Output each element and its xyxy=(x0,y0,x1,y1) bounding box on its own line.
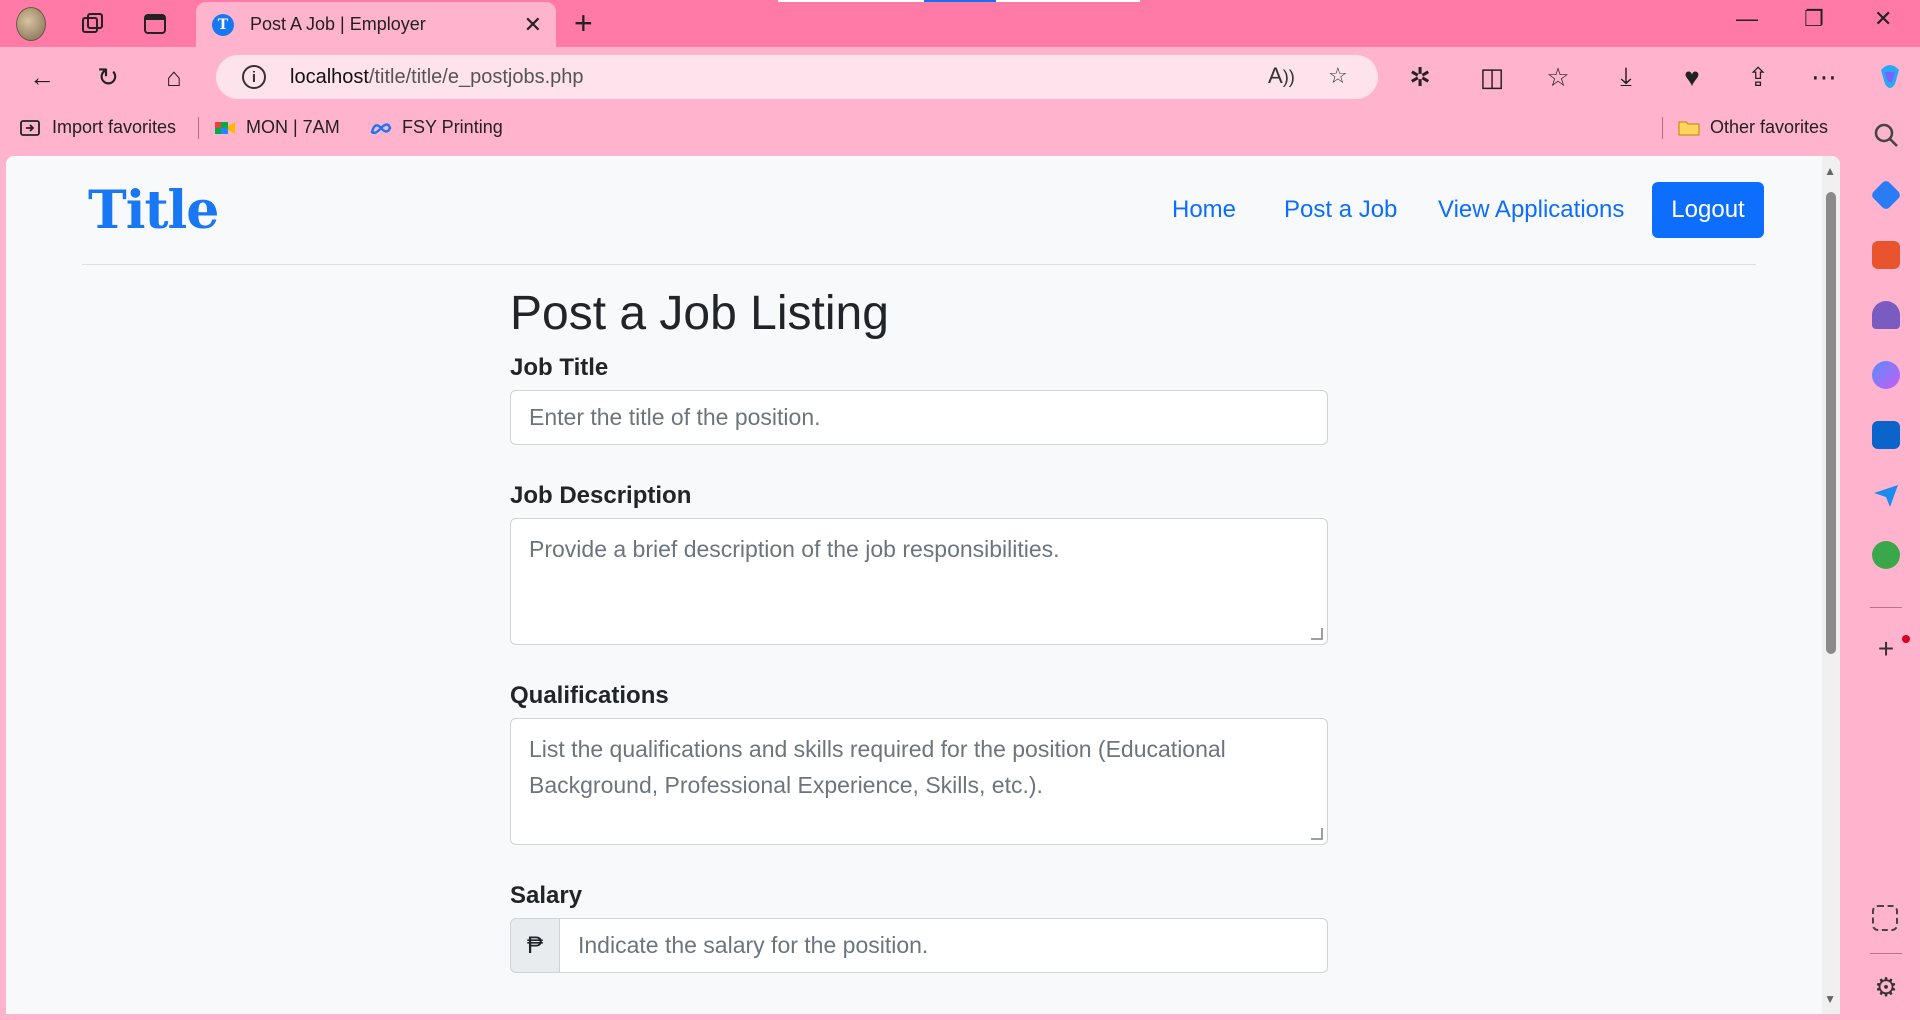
resize-handle-icon[interactable] xyxy=(1311,628,1323,640)
import-icon xyxy=(20,119,40,136)
games-icon[interactable] xyxy=(1872,301,1900,329)
url-text[interactable]: localhost/title/title/e_postjobs.php xyxy=(290,66,584,89)
url-path: /title/title/e_postjobs.php xyxy=(368,65,584,88)
tab-title: Post A Job | Employer xyxy=(250,14,426,34)
nav-post-job-link[interactable]: Post a Job xyxy=(1284,196,1397,224)
job-description-label: Job Description xyxy=(510,482,692,509)
logout-button[interactable]: Logout xyxy=(1652,182,1764,238)
site-navbar: Title Home Post a Job View Applications … xyxy=(82,156,1764,265)
bookmark-separator xyxy=(198,117,199,139)
vertical-scrollbar[interactable]: ▲ ▼ xyxy=(1822,156,1840,1014)
outlook-icon[interactable] xyxy=(1872,421,1900,449)
favorite-star-icon[interactable]: ☆ xyxy=(1328,63,1348,89)
tab-bar: T Post A Job | Employer ✕ + — ❐ ✕ xyxy=(0,0,1920,47)
more-options-icon[interactable]: ⋯ xyxy=(1806,59,1842,95)
scrollbar-thumb[interactable] xyxy=(1826,192,1836,654)
bookmark-label: MON | 7AM xyxy=(246,117,340,137)
edge-sidebar: + ⚙ xyxy=(1852,107,1920,1020)
bookmark-import-favorites[interactable]: Import favorites xyxy=(20,117,176,138)
bookmark-fsy-printing[interactable]: FSY Printing xyxy=(370,117,503,138)
avatar xyxy=(16,7,46,41)
new-tab-icon[interactable]: + xyxy=(574,6,593,40)
bookmark-label: Import favorites xyxy=(52,117,177,137)
minimize-icon[interactable]: — xyxy=(1736,6,1758,32)
sidebar-separator xyxy=(1870,607,1902,608)
scroll-down-icon[interactable]: ▼ xyxy=(1824,992,1836,1006)
job-description-textarea[interactable]: Provide a brief description of the job r… xyxy=(510,518,1328,645)
screenshot-icon[interactable] xyxy=(1872,905,1898,931)
settings-gear-icon[interactable]: ⚙ xyxy=(1872,973,1900,1001)
resize-handle-icon[interactable] xyxy=(1311,828,1323,840)
add-icon[interactable]: + xyxy=(1872,635,1900,663)
restore-icon[interactable]: ❐ xyxy=(1804,6,1824,32)
downloads-icon[interactable]: ⤓ xyxy=(1608,59,1644,95)
back-icon[interactable]: ← xyxy=(24,59,60,95)
salary-placeholder: Indicate the salary for the position. xyxy=(578,932,929,958)
refresh-icon[interactable]: ↻ xyxy=(90,59,126,95)
site-logo[interactable]: Title xyxy=(88,180,219,241)
shopping-tag-icon[interactable] xyxy=(1870,179,1902,211)
workspaces-icon[interactable] xyxy=(78,9,108,39)
job-description-placeholder: Provide a brief description of the job r… xyxy=(529,536,1060,562)
meet-icon xyxy=(215,121,235,134)
salary-input[interactable]: Indicate the salary for the position. xyxy=(560,918,1328,973)
home-icon[interactable]: ⌂ xyxy=(156,59,192,95)
url-host: localhost xyxy=(290,65,369,88)
meta-icon xyxy=(370,122,392,134)
browser-toolbar: ← ↻ ⌂ i localhost/title/title/e_postjobs… xyxy=(0,47,1920,107)
scroll-up-icon[interactable]: ▲ xyxy=(1824,164,1836,178)
tab-post-a-job[interactable]: T Post A Job | Employer ✕ xyxy=(196,2,556,47)
bookmark-label: Other favorites xyxy=(1710,117,1829,137)
salary-input-group: ₱ Indicate the salary for the position. xyxy=(510,918,1328,973)
folder-icon xyxy=(1678,121,1700,135)
bookmark-other-favorites[interactable]: Other favorites xyxy=(1678,117,1828,138)
site-favicon-icon: T xyxy=(212,13,234,36)
nav-view-applications-link[interactable]: View Applications xyxy=(1438,196,1624,224)
page-viewport: Title Home Post a Job View Applications … xyxy=(6,156,1840,1014)
address-bar[interactable]: i localhost/title/title/e_postjobs.php A… xyxy=(216,55,1378,99)
tab-actions-icon[interactable] xyxy=(140,9,170,39)
job-title-input[interactable]: Enter the title of the position. xyxy=(510,390,1328,445)
tools-icon[interactable] xyxy=(1872,241,1900,269)
bookmark-separator xyxy=(1662,117,1663,139)
qualifications-textarea[interactable]: List the qualifications and skills requi… xyxy=(510,718,1328,845)
share-icon[interactable]: ⇪ xyxy=(1740,59,1776,95)
extensions-icon[interactable]: ✲ xyxy=(1402,59,1438,95)
profile-avatar[interactable] xyxy=(16,7,46,41)
tree-icon[interactable] xyxy=(1872,541,1900,569)
loading-bar-segment xyxy=(924,0,996,2)
microsoft-365-icon[interactable] xyxy=(1872,361,1900,389)
salary-label: Salary xyxy=(510,882,583,909)
search-icon[interactable] xyxy=(1872,121,1900,149)
send-icon[interactable] xyxy=(1872,481,1900,509)
favorites-icon[interactable]: ☆ xyxy=(1540,59,1576,95)
split-screen-icon[interactable]: ◫ xyxy=(1474,59,1510,95)
currency-peso-icon: ₱ xyxy=(510,918,560,973)
copilot-icon[interactable] xyxy=(1872,59,1908,95)
qualifications-placeholder: List the qualifications and skills requi… xyxy=(529,736,1226,798)
qualifications-label: Qualifications xyxy=(510,682,669,709)
notification-dot xyxy=(1902,635,1910,643)
bookmark-mon-7am[interactable]: MON | 7AM xyxy=(214,117,340,138)
sidebar-separator xyxy=(1870,953,1902,954)
bookmarks-bar: Import favorites MON | 7AM FSY Printing … xyxy=(0,107,1920,147)
read-aloud-icon[interactable]: A)) xyxy=(1268,63,1295,89)
bookmark-label: FSY Printing xyxy=(402,117,503,137)
close-window-icon[interactable]: ✕ xyxy=(1874,6,1892,32)
nav-home-link[interactable]: Home xyxy=(1172,196,1236,224)
browser-essentials-icon[interactable]: ♥ xyxy=(1674,59,1710,95)
close-tab-icon[interactable]: ✕ xyxy=(524,12,542,38)
job-title-label: Job Title xyxy=(510,354,609,381)
site-info-icon[interactable]: i xyxy=(242,65,266,89)
page-title: Post a Job Listing xyxy=(510,287,889,340)
job-title-placeholder: Enter the title of the position. xyxy=(529,404,821,430)
